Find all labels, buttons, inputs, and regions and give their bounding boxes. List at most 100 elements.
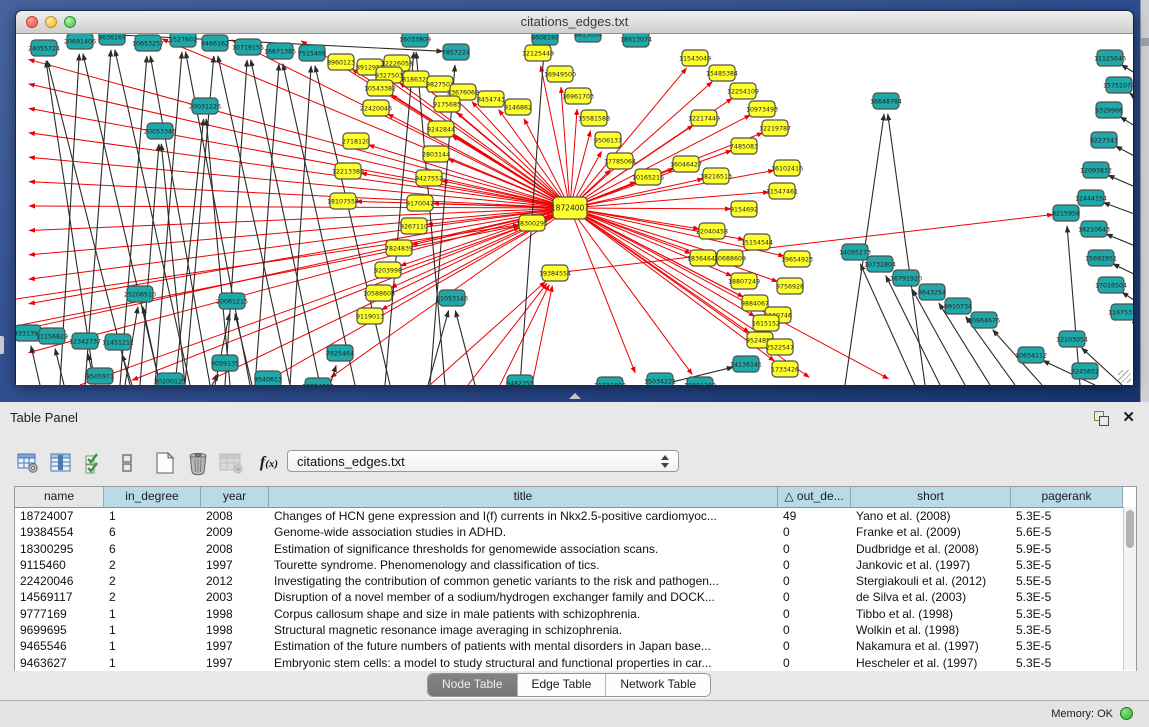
graph-edge[interactable] [430, 65, 455, 385]
graph-edge[interactable] [524, 119, 570, 208]
graph-node[interactable]: 9119013 [356, 308, 384, 324]
table-source-dropdown[interactable]: citations_edges.txt [287, 450, 679, 472]
graph-node[interactable]: 9505971 [86, 368, 114, 384]
graph-node[interactable]: 20061215 [216, 293, 248, 309]
graph-node[interactable]: 10200125 [154, 373, 186, 385]
graph-node[interactable]: 16791920 [890, 270, 922, 286]
column-header-title[interactable]: title [269, 487, 778, 507]
window-titlebar[interactable]: citations_edges.txt [16, 11, 1133, 34]
graph-node[interactable]: 7824839 [385, 240, 413, 256]
graph-node[interactable]: 16671385 [264, 43, 296, 59]
graph-node[interactable]: 19654923 [781, 251, 813, 267]
graph-node[interactable]: 12217449 [688, 110, 720, 126]
graph-edge[interactable] [29, 208, 570, 328]
graph-edge[interactable] [570, 208, 731, 209]
graph-node[interactable]: 12254109 [727, 83, 759, 99]
graph-edge[interactable] [1103, 202, 1133, 216]
graph-node[interactable]: 18300295 [516, 215, 548, 231]
graph-node[interactable]: 2803144 [422, 146, 450, 162]
graph-edge[interactable] [570, 208, 889, 379]
graph-node[interactable]: 18216513 [700, 168, 732, 184]
graph-node[interactable]: 25206510 [124, 286, 156, 302]
graph-node[interactable]: 9636169 [98, 34, 126, 45]
graph-edge[interactable] [1113, 264, 1133, 277]
graph-node[interactable]: 15751074 [1103, 77, 1133, 93]
graph-node[interactable]: 8960123 [327, 54, 355, 70]
graph-node[interactable]: 24055724 [28, 40, 60, 56]
tab-network-table[interactable]: Network Table [606, 674, 710, 696]
graph-node[interactable]: 18107554 [327, 193, 359, 209]
graph-node[interactable]: 9540613 [254, 371, 282, 385]
column-header-year[interactable]: year [201, 487, 269, 507]
tab-edge-table[interactable]: Edge Table [518, 674, 607, 696]
graph-node[interactable]: 9756928 [776, 278, 804, 294]
graph-node[interactable]: 16961703 [562, 88, 594, 104]
graph-node[interactable]: 1615152 [752, 315, 780, 331]
row-mode-button[interactable] [113, 449, 141, 477]
table-row[interactable]: 2242004622012Investigating the contribut… [15, 573, 1136, 589]
graph-node[interactable]: 20031226 [189, 98, 221, 114]
table-row[interactable]: 1830029562008Estimation of significance … [15, 541, 1136, 557]
graph-node[interactable]: 10719155 [232, 39, 264, 55]
graph-node[interactable]: 9175685 [433, 96, 461, 112]
graph-node[interactable]: 14136141 [730, 356, 762, 372]
select-columns-button[interactable] [80, 449, 108, 477]
minimize-window-button[interactable] [45, 16, 57, 28]
graph-node[interactable]: 12219787 [759, 120, 791, 136]
graph-node[interactable]: 12213389 [332, 163, 364, 179]
column-header-out-de-[interactable]: △ out_de... [778, 487, 851, 507]
graph-node[interactable]: 10653257 [132, 35, 164, 51]
column-header-name[interactable]: name [15, 487, 104, 507]
table-row[interactable]: 911546021997Tourette syndrome. Phenomeno… [15, 557, 1136, 573]
graph-node[interactable]: 7515409 [298, 45, 326, 61]
graph-node[interactable]: 9466162 [201, 35, 229, 51]
create-column-button[interactable] [151, 449, 179, 477]
scrollbar-thumb[interactable] [1126, 510, 1134, 548]
graph-node[interactable]: 9427552 [415, 170, 443, 186]
graph-node[interactable]: 9506137 [594, 132, 622, 148]
side-panel-grip[interactable] [0, 336, 4, 354]
graph-edge[interactable] [29, 206, 570, 208]
graph-node[interactable]: 12103054 [1056, 331, 1088, 347]
table-row[interactable]: 1938455462009Genome-wide association stu… [15, 524, 1136, 540]
graph-edge[interactable] [428, 311, 449, 385]
graph-node[interactable]: 12342737 [69, 333, 101, 349]
graph-node[interactable]: 9059135 [211, 355, 239, 371]
graph-node[interactable]: 11675311 [1108, 304, 1133, 320]
graph-node[interactable]: 16648784 [870, 93, 902, 109]
table-row[interactable]: 1872400712008Changes of HCN gene express… [15, 508, 1136, 524]
graph-node[interactable]: 11543049 [679, 50, 711, 66]
graph-node[interactable]: 15154544 [741, 234, 773, 250]
graph-node[interactable]: 9329966 [1095, 102, 1123, 118]
graph-node[interactable]: 9884067 [741, 295, 769, 311]
network-canvas[interactable]: 1872400719384554183002958960123891295512… [16, 34, 1133, 385]
graph-node[interactable]: 12093832 [1080, 162, 1112, 178]
graph-edge[interactable] [55, 349, 64, 385]
column-header-pagerank[interactable]: pagerank [1011, 487, 1123, 507]
graph-edge[interactable] [1132, 322, 1133, 331]
graph-edge[interactable] [1115, 146, 1133, 159]
graph-node[interactable]: 14095273 [839, 244, 871, 260]
graph-node[interactable]: 10732804 [864, 256, 896, 272]
graph-node[interactable]: 10964676 [968, 312, 1000, 328]
graph-node[interactable]: 9227343 [1090, 132, 1118, 148]
graph-node[interactable]: 2522547 [766, 339, 794, 355]
graph-edge[interactable] [1067, 226, 1080, 385]
graph-node[interactable]: 1733426 [771, 361, 799, 377]
panel-splitter-handle[interactable] [569, 393, 581, 399]
graph-node[interactable]: 16046427 [670, 156, 702, 172]
float-panel-icon[interactable] [1094, 411, 1109, 426]
graph-node[interactable]: 11731800 [594, 377, 626, 385]
function-builder-button[interactable]: f(x) [255, 449, 283, 477]
graph-edge[interactable] [1121, 65, 1133, 76]
resize-grip-icon[interactable] [1118, 370, 1131, 383]
graph-node[interactable]: 15485384 [706, 65, 738, 81]
graph-node[interactable]: 8608180 [531, 34, 559, 45]
graph-edge[interactable] [175, 119, 204, 385]
graph-edge[interactable] [561, 87, 570, 208]
graph-node[interactable]: 18613074 [620, 34, 652, 47]
graph-edge[interactable] [1120, 117, 1133, 129]
close-window-button[interactable] [26, 16, 38, 28]
graph-edge[interactable] [251, 60, 320, 385]
graph-node[interactable]: 16102416 [771, 160, 803, 176]
